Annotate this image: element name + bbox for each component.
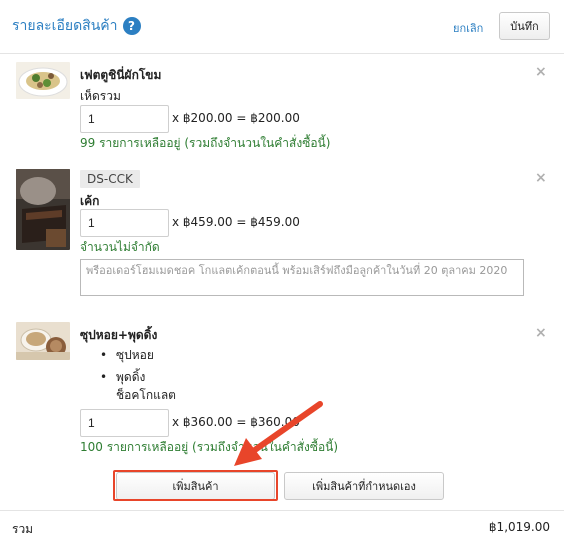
highlight-box [113, 470, 278, 501]
dialog-title: รายละเอียดสินค้า [12, 18, 118, 34]
save-button[interactable]: บันทึก [499, 12, 550, 40]
remove-icon[interactable]: × [535, 170, 547, 186]
stock-text: จำนวนไม่จำกัด [80, 240, 160, 254]
price-line: x ฿360.00 = ฿360.00 [172, 415, 300, 429]
quantity-input[interactable] [80, 409, 169, 437]
remove-icon[interactable]: × [535, 325, 547, 341]
item-note-field[interactable]: พรีออเดอร์โฮมเมดชอค โกแลตเค้กตอนนี้ พร้อ… [80, 259, 524, 296]
total-footer: รวม ฿1,019.00 [0, 510, 564, 544]
product-thumbnail [16, 62, 70, 99]
product-thumbnail [16, 169, 70, 250]
total-label: รวม [12, 522, 34, 536]
dialog-header: รายละเอียดสินค้า ? ยกเลิก บันทึก [0, 0, 564, 54]
item-name: ซุปหอย+พุดดิ้ง [80, 328, 158, 342]
title-wrap: รายละเอียดสินค้า ? [12, 16, 141, 36]
remove-icon[interactable]: × [535, 64, 547, 80]
add-custom-product-button[interactable]: เพิ่มสินค้าที่กำหนดเอง [284, 472, 444, 500]
price-line: x ฿459.00 = ฿459.00 [172, 215, 300, 229]
cancel-link[interactable]: ยกเลิก [453, 19, 483, 37]
item-name: เฟตตูชินี่ผักโขม [80, 68, 162, 82]
component-item: พุดดิ้งช็อคโกแลต [100, 366, 176, 402]
component-detail: ช็อคโกแลต [116, 388, 176, 402]
total-value: ฿1,019.00 [488, 520, 550, 534]
product-thumbnail [16, 322, 70, 360]
stock-text: 99 รายการเหลืออยู่ (รวมถึงจำนวนในคำสั่งซ… [80, 136, 331, 150]
sku-badge: DS-CCK [80, 170, 140, 188]
item-option: เห็ดรวม [80, 89, 121, 103]
component-item: ซุปหอย [100, 344, 176, 366]
quantity-input[interactable] [80, 209, 169, 237]
help-icon[interactable]: ? [122, 17, 141, 35]
quantity-input[interactable] [80, 105, 169, 133]
component-list: ซุปหอย พุดดิ้งช็อคโกแลต [100, 344, 176, 402]
price-line: x ฿200.00 = ฿200.00 [172, 111, 300, 125]
stock-text: 100 รายการเหลืออยู่ (รวมถึงจำนวนในคำสั่ง… [80, 440, 339, 454]
